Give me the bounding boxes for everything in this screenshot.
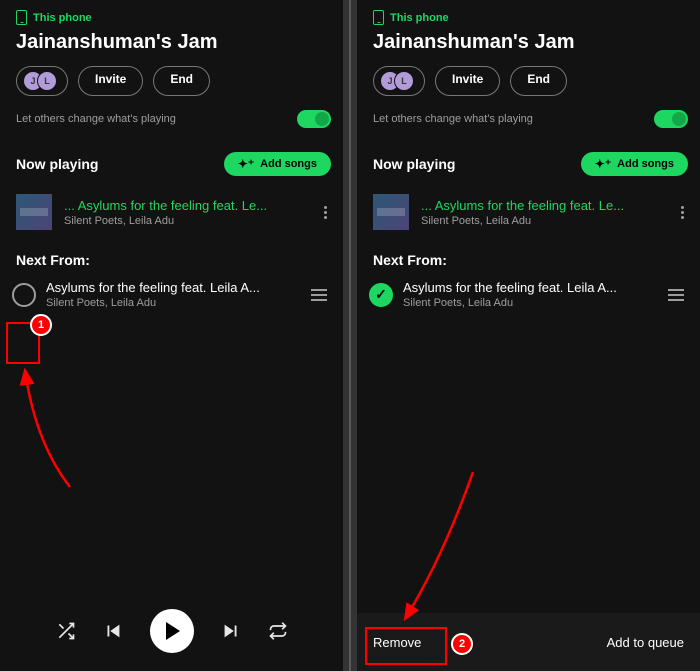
track-title: Asylums for the feeling feat. Le... [421,198,665,213]
avatar: L [394,71,414,91]
more-options-icon[interactable] [320,206,331,219]
player-controls [0,601,343,661]
album-art [16,194,52,230]
more-options-icon[interactable] [677,206,688,219]
repeat-icon[interactable] [268,621,288,641]
sparkle-icon: ✦⁺ [238,158,254,170]
end-button[interactable]: End [153,66,210,96]
sparkle-icon: ✦⁺ [595,158,611,170]
track-artist: Silent Poets, Leila Adu [64,215,308,227]
selection-action-bar: Remove Add to queue [357,613,700,671]
permission-label: Let others change what's playing [16,113,176,125]
queue-item[interactable]: Asylums for the feeling feat. Leila A...… [0,274,343,315]
device-indicator[interactable]: This phone [357,0,700,27]
remove-button[interactable]: Remove [373,635,421,650]
phone-icon [373,10,384,25]
album-art [373,194,409,230]
add-songs-label: Add songs [260,158,317,170]
annotation-arrow-1 [15,362,85,492]
track-title: Asylums for the feeling feat. Le... [64,198,308,213]
annotation-box-1 [6,322,40,364]
phone-screen-left: This phone Jainanshuman's Jam J L Invite… [0,0,343,671]
select-radio-checked[interactable]: ✓ [369,283,393,307]
annotation-badge-1: 1 [30,314,52,336]
previous-icon[interactable] [102,620,124,642]
drag-handle-icon[interactable] [664,289,688,301]
now-playing-heading: Now playing [16,156,98,172]
queue-track-title: Asylums for the feeling feat. Leila A... [403,280,654,295]
select-radio-unchecked[interactable] [12,283,36,307]
avatar: L [37,71,57,91]
drag-handle-icon[interactable] [307,289,331,301]
add-songs-button[interactable]: ✦⁺ Add songs [581,152,688,176]
now-playing-track[interactable]: Asylums for the feeling feat. Le... Sile… [357,186,700,238]
now-playing-heading: Now playing [373,156,455,172]
queue-track-artist: Silent Poets, Leila Adu [403,297,654,309]
phone-screen-right: This phone Jainanshuman's Jam J L Invite… [357,0,700,671]
invite-button[interactable]: Invite [78,66,143,96]
invite-button[interactable]: Invite [435,66,500,96]
next-icon[interactable] [220,620,242,642]
permission-toggle[interactable] [297,110,331,128]
queue-track-artist: Silent Poets, Leila Adu [46,297,297,309]
permission-toggle[interactable] [654,110,688,128]
next-from-heading: Next From: [0,238,343,274]
track-artist: Silent Poets, Leila Adu [421,215,665,227]
play-button[interactable] [150,609,194,653]
add-songs-button[interactable]: ✦⁺ Add songs [224,152,331,176]
next-from-heading: Next From: [357,238,700,274]
jam-title: Jainanshuman's Jam [0,27,343,62]
queue-item[interactable]: ✓ Asylums for the feeling feat. Leila A.… [357,274,700,315]
now-playing-track[interactable]: Asylums for the feeling feat. Le... Sile… [0,186,343,238]
participants-pill[interactable]: J L [16,66,68,96]
queue-track-title: Asylums for the feeling feat. Leila A... [46,280,297,295]
shuffle-icon[interactable] [56,621,76,641]
device-label: This phone [390,12,449,24]
participants-pill[interactable]: J L [373,66,425,96]
add-songs-label: Add songs [617,158,674,170]
annotation-arrow-2 [393,467,483,627]
jam-title: Jainanshuman's Jam [357,27,700,62]
phone-icon [16,10,27,25]
end-button[interactable]: End [510,66,567,96]
add-to-queue-button[interactable]: Add to queue [607,635,684,650]
play-icon [166,622,180,640]
permission-label: Let others change what's playing [373,113,533,125]
device-label: This phone [33,12,92,24]
device-indicator[interactable]: This phone [0,0,343,27]
